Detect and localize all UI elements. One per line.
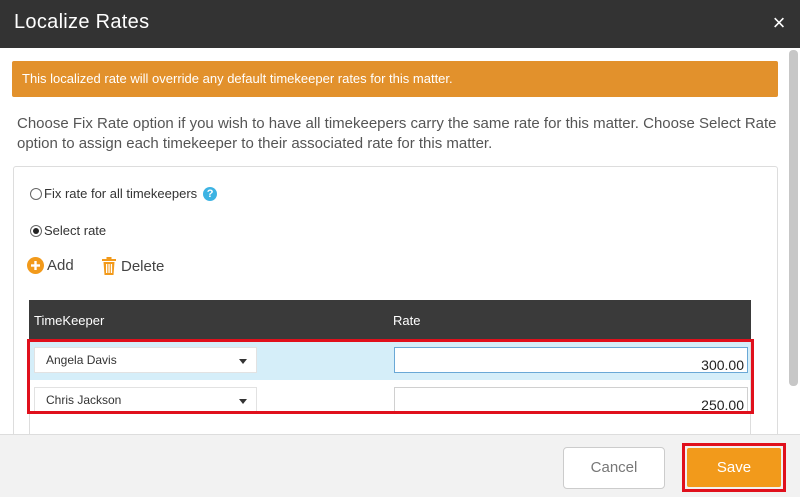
timekeeper-dropdown[interactable]: Chris Jackson <box>34 387 257 413</box>
help-icon[interactable]: ? <box>203 186 218 201</box>
scrollbar[interactable] <box>789 50 798 386</box>
add-button[interactable]: Add <box>27 257 74 274</box>
table-row[interactable]: Chris Jackson 250.00 <box>30 380 750 420</box>
column-header-rate[interactable]: Rate <box>393 313 420 328</box>
caret-down-icon <box>239 399 247 404</box>
rate-input[interactable]: 250.00 <box>394 387 748 413</box>
table-row[interactable]: Angela Davis 300.00 <box>30 340 750 380</box>
grid-body: Angela Davis 300.00 Chris Jackson 250.00 <box>29 340 751 436</box>
add-label: Add <box>47 257 74 274</box>
select-rate-label: Select rate <box>44 223 107 238</box>
plus-circle-icon <box>27 257 44 274</box>
close-icon[interactable]: × <box>766 10 792 36</box>
timekeeper-dropdown[interactable]: Angela Davis <box>34 347 257 373</box>
timekeeper-value: Chris Jackson <box>46 393 122 407</box>
fix-rate-label: Fix rate for all timekeepers <box>44 186 198 201</box>
select-rate-radio[interactable] <box>30 224 42 237</box>
delete-label: Delete <box>121 257 165 275</box>
dialog-titlebar: Localize Rates × <box>0 0 800 48</box>
fix-rate-option[interactable]: Fix rate for all timekeepers ? <box>30 186 218 201</box>
cancel-button[interactable]: Cancel <box>563 447 665 489</box>
fix-rate-radio[interactable] <box>30 187 42 200</box>
select-rate-option[interactable]: Select rate <box>30 223 106 238</box>
grid-header: TimeKeeper Rate <box>29 300 751 340</box>
trash-icon <box>102 257 116 275</box>
column-header-timekeeper[interactable]: TimeKeeper <box>34 313 104 328</box>
rate-input[interactable]: 300.00 <box>394 347 748 373</box>
save-button[interactable]: Save <box>687 448 781 487</box>
timekeeper-value: Angela Davis <box>46 353 117 367</box>
dialog-title: Localize Rates <box>14 11 150 33</box>
caret-down-icon <box>239 359 247 364</box>
description-text: Choose Fix Rate option if you wish to ha… <box>17 115 777 152</box>
dialog-footer <box>0 434 800 497</box>
delete-button[interactable]: Delete <box>101 257 164 275</box>
warning-alert: This localized rate will override any de… <box>12 61 778 97</box>
